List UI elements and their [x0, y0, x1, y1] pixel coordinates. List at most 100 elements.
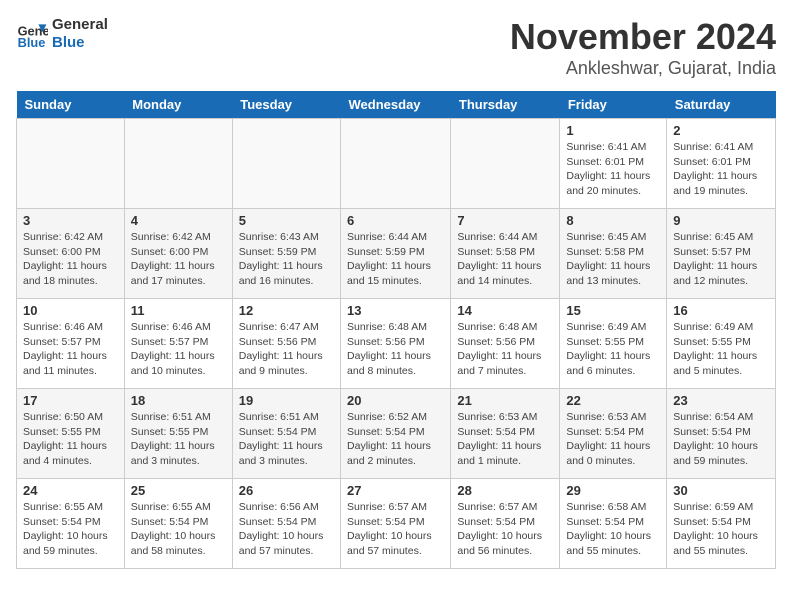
day-cell — [232, 119, 340, 209]
day-info: Sunrise: 6:41 AM Sunset: 6:01 PM Dayligh… — [566, 140, 660, 199]
day-cell: 27Sunrise: 6:57 AM Sunset: 5:54 PM Dayli… — [341, 479, 451, 569]
month-title: November 2024 — [510, 16, 776, 58]
day-info: Sunrise: 6:51 AM Sunset: 5:55 PM Dayligh… — [131, 410, 226, 469]
day-cell: 23 Sunrise: 6:54 AM Sunset: 5:54 PM Dayli… — [667, 389, 776, 479]
day-number: 29 — [566, 483, 660, 498]
day-number: 5 — [239, 213, 334, 228]
day-number: 24 — [23, 483, 118, 498]
header-day-monday: Monday — [124, 91, 232, 119]
day-info: Sunrise: 6:57 AM Sunset: 5:54 PM Dayligh… — [457, 500, 553, 559]
day-cell: 3 Sunrise: 6:42 AM Sunset: 6:00 PM Daylig… — [17, 209, 125, 299]
day-cell — [451, 119, 560, 209]
week-row-2: 3 Sunrise: 6:42 AM Sunset: 6:00 PM Daylig… — [17, 209, 776, 299]
day-cell — [341, 119, 451, 209]
day-number: 6 — [347, 213, 444, 228]
day-info: Sunrise: 6:50 AM Sunset: 5:55 PM Dayligh… — [23, 410, 118, 469]
day-number: 27 — [347, 483, 444, 498]
day-info: Sunrise: 6:52 AM Sunset: 5:54 PM Dayligh… — [347, 410, 444, 469]
day-number: 19 — [239, 393, 334, 408]
title-area: November 2024 Ankleshwar, Gujarat, India — [510, 16, 776, 79]
day-cell: 5 Sunrise: 6:43 AM Sunset: 5:59 PM Daylig… — [232, 209, 340, 299]
day-info: Sunrise: 6:54 AM Sunset: 5:54 PM Dayligh… — [673, 410, 769, 469]
day-number: 16 — [673, 303, 769, 318]
day-info: Sunrise: 6:44 AM Sunset: 5:59 PM Dayligh… — [347, 230, 444, 289]
day-number: 28 — [457, 483, 553, 498]
day-info: Sunrise: 6:53 AM Sunset: 5:54 PM Dayligh… — [566, 410, 660, 469]
day-cell: 13 Sunrise: 6:48 AM Sunset: 5:56 PM Dayli… — [341, 299, 451, 389]
day-cell: 21 Sunrise: 6:53 AM Sunset: 5:54 PM Dayli… — [451, 389, 560, 479]
header-day-wednesday: Wednesday — [341, 91, 451, 119]
week-row-1: 1 Sunrise: 6:41 AM Sunset: 6:01 PM Daylig… — [17, 119, 776, 209]
day-number: 4 — [131, 213, 226, 228]
day-info: Sunrise: 6:49 AM Sunset: 5:55 PM Dayligh… — [566, 320, 660, 379]
day-cell: 18 Sunrise: 6:51 AM Sunset: 5:55 PM Dayli… — [124, 389, 232, 479]
logo-line2: Blue — [52, 34, 108, 52]
day-number: 2 — [673, 123, 769, 138]
day-number: 21 — [457, 393, 553, 408]
header: General Blue General Blue November 2024 … — [16, 16, 776, 79]
day-cell: 30Sunrise: 6:59 AM Sunset: 5:54 PM Dayli… — [667, 479, 776, 569]
day-info: Sunrise: 6:45 AM Sunset: 5:57 PM Dayligh… — [673, 230, 769, 289]
svg-text:Blue: Blue — [18, 35, 46, 50]
header-day-friday: Friday — [560, 91, 667, 119]
day-info: Sunrise: 6:41 AM Sunset: 6:01 PM Dayligh… — [673, 140, 769, 199]
day-number: 3 — [23, 213, 118, 228]
day-cell: 19 Sunrise: 6:51 AM Sunset: 5:54 PM Dayli… — [232, 389, 340, 479]
location-title: Ankleshwar, Gujarat, India — [510, 58, 776, 79]
day-number: 17 — [23, 393, 118, 408]
calendar-table: SundayMondayTuesdayWednesdayThursdayFrid… — [16, 91, 776, 569]
day-info: Sunrise: 6:48 AM Sunset: 5:56 PM Dayligh… — [457, 320, 553, 379]
header-day-sunday: Sunday — [17, 91, 125, 119]
day-cell: 28 Sunrise: 6:57 AM Sunset: 5:54 PM Dayli… — [451, 479, 560, 569]
day-cell: 9Sunrise: 6:45 AM Sunset: 5:57 PM Daylig… — [667, 209, 776, 299]
day-cell: 29 Sunrise: 6:58 AM Sunset: 5:54 PM Dayli… — [560, 479, 667, 569]
day-info: Sunrise: 6:47 AM Sunset: 5:56 PM Dayligh… — [239, 320, 334, 379]
day-number: 18 — [131, 393, 226, 408]
day-number: 13 — [347, 303, 444, 318]
day-info: Sunrise: 6:55 AM Sunset: 5:54 PM Dayligh… — [131, 500, 226, 559]
day-cell: 20Sunrise: 6:52 AM Sunset: 5:54 PM Dayli… — [341, 389, 451, 479]
day-number: 12 — [239, 303, 334, 318]
week-row-3: 10 Sunrise: 6:46 AM Sunset: 5:57 PM Dayli… — [17, 299, 776, 389]
day-number: 25 — [131, 483, 226, 498]
day-number: 22 — [566, 393, 660, 408]
day-number: 15 — [566, 303, 660, 318]
day-number: 11 — [131, 303, 226, 318]
day-info: Sunrise: 6:55 AM Sunset: 5:54 PM Dayligh… — [23, 500, 118, 559]
day-cell: 6 Sunrise: 6:44 AM Sunset: 5:59 PM Daylig… — [341, 209, 451, 299]
logo: General Blue General Blue — [16, 16, 108, 52]
day-cell: 22 Sunrise: 6:53 AM Sunset: 5:54 PM Dayli… — [560, 389, 667, 479]
day-info: Sunrise: 6:49 AM Sunset: 5:55 PM Dayligh… — [673, 320, 769, 379]
day-number: 1 — [566, 123, 660, 138]
day-cell: 10Sunrise: 6:46 AM Sunset: 5:57 PM Dayli… — [17, 299, 125, 389]
day-info: Sunrise: 6:43 AM Sunset: 5:59 PM Dayligh… — [239, 230, 334, 289]
day-info: Sunrise: 6:48 AM Sunset: 5:56 PM Dayligh… — [347, 320, 444, 379]
day-cell: 8Sunrise: 6:45 AM Sunset: 5:58 PM Daylig… — [560, 209, 667, 299]
day-info: Sunrise: 6:56 AM Sunset: 5:54 PM Dayligh… — [239, 500, 334, 559]
header-day-thursday: Thursday — [451, 91, 560, 119]
day-number: 23 — [673, 393, 769, 408]
day-info: Sunrise: 6:59 AM Sunset: 5:54 PM Dayligh… — [673, 500, 769, 559]
header-day-tuesday: Tuesday — [232, 91, 340, 119]
day-cell: 17 Sunrise: 6:50 AM Sunset: 5:55 PM Dayli… — [17, 389, 125, 479]
day-info: Sunrise: 6:44 AM Sunset: 5:58 PM Dayligh… — [457, 230, 553, 289]
day-cell — [17, 119, 125, 209]
day-info: Sunrise: 6:51 AM Sunset: 5:54 PM Dayligh… — [239, 410, 334, 469]
logo-icon: General Blue — [16, 18, 48, 50]
day-info: Sunrise: 6:42 AM Sunset: 6:00 PM Dayligh… — [131, 230, 226, 289]
day-info: Sunrise: 6:42 AM Sunset: 6:00 PM Dayligh… — [23, 230, 118, 289]
logo-line1: General — [52, 16, 108, 34]
week-row-5: 24 Sunrise: 6:55 AM Sunset: 5:54 PM Dayli… — [17, 479, 776, 569]
day-info: Sunrise: 6:46 AM Sunset: 5:57 PM Dayligh… — [131, 320, 226, 379]
day-cell: 14Sunrise: 6:48 AM Sunset: 5:56 PM Dayli… — [451, 299, 560, 389]
day-number: 10 — [23, 303, 118, 318]
day-cell: 25 Sunrise: 6:55 AM Sunset: 5:54 PM Dayli… — [124, 479, 232, 569]
day-cell: 16 Sunrise: 6:49 AM Sunset: 5:55 PM Dayli… — [667, 299, 776, 389]
day-info: Sunrise: 6:58 AM Sunset: 5:54 PM Dayligh… — [566, 500, 660, 559]
day-cell: 4 Sunrise: 6:42 AM Sunset: 6:00 PM Daylig… — [124, 209, 232, 299]
day-cell: 11 Sunrise: 6:46 AM Sunset: 5:57 PM Dayli… — [124, 299, 232, 389]
day-cell: 2 Sunrise: 6:41 AM Sunset: 6:01 PM Daylig… — [667, 119, 776, 209]
week-row-4: 17 Sunrise: 6:50 AM Sunset: 5:55 PM Dayli… — [17, 389, 776, 479]
day-info: Sunrise: 6:53 AM Sunset: 5:54 PM Dayligh… — [457, 410, 553, 469]
day-number: 8 — [566, 213, 660, 228]
